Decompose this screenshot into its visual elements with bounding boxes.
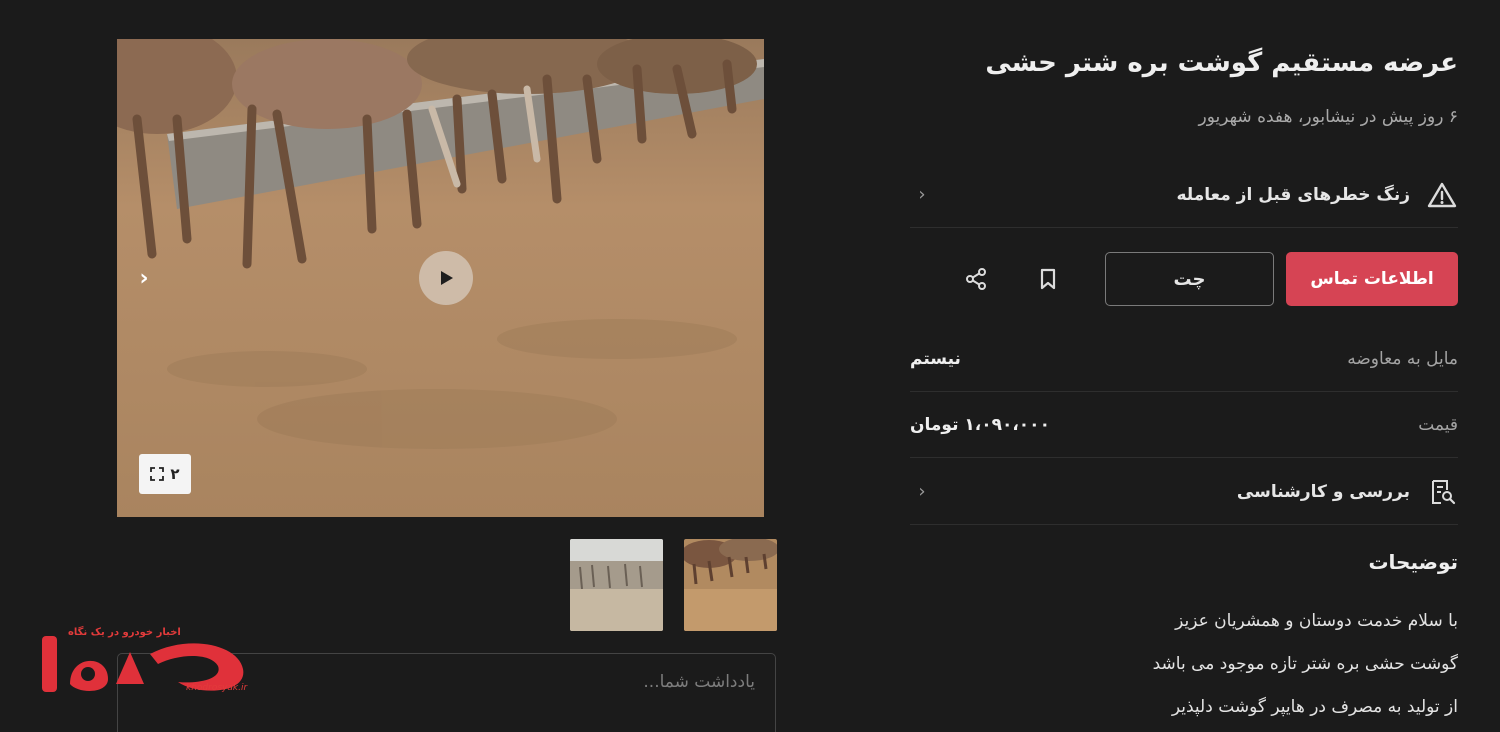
contact-info-button[interactable]: اطلاعات تماس: [1286, 252, 1458, 306]
risk-warning-label: زنگ خطرهای قبل از معامله: [1176, 184, 1410, 205]
attribute-key: مایل به معاوضه: [1347, 348, 1458, 369]
play-icon: [441, 271, 453, 285]
listing-meta: ۶ روز پیش در نیشابور، هفده شهریور: [1198, 107, 1458, 127]
expand-icon: [150, 467, 165, 481]
play-button[interactable]: [419, 251, 473, 305]
attribute-key: قیمت: [1418, 414, 1458, 435]
thumbnail-image: [684, 539, 777, 631]
action-bar: اطلاعات تماس چت: [910, 252, 1458, 306]
share-icon: [966, 268, 986, 290]
gallery-thumbnail[interactable]: [570, 539, 663, 631]
warning-triangle-icon: [1426, 179, 1458, 211]
description-title: توضیحات: [1368, 550, 1458, 574]
description-line: با سلام خدمت دوستان و همشریان عزیز: [1175, 611, 1458, 631]
next-image-button[interactable]: ›: [134, 266, 154, 291]
fullscreen-count-button[interactable]: ۲: [139, 454, 191, 494]
attribute-value: نیستم: [910, 348, 961, 369]
share-button[interactable]: [951, 254, 1001, 304]
price-value: ۱،۰۹۰،۰۰۰ تومان: [910, 414, 1050, 435]
description-line: از تولید به مصرف در هایپر گوشت دلپذیر: [1171, 697, 1458, 717]
attribute-row-exchange: مایل به معاوضه نیستم: [910, 326, 1458, 392]
attribute-row-price: قیمت ۱،۰۹۰،۰۰۰ تومان: [910, 392, 1458, 458]
review-label: بررسی و کارشناسی: [1236, 481, 1410, 502]
gallery-thumbnail[interactable]: [684, 539, 777, 631]
listing-page: عرضه مستقیم گوشت بره شتر حشی ۶ روز پیش د…: [0, 0, 1500, 732]
chevron-left-icon: ‹: [918, 184, 926, 205]
watermark-url: khodrosyak.ir: [186, 683, 248, 693]
bookmark-icon: [1040, 268, 1056, 290]
chat-button[interactable]: چت: [1105, 252, 1274, 306]
chevron-left-icon: ‹: [918, 481, 926, 502]
note-placeholder: یادداشت شما...: [643, 672, 755, 692]
document-search-icon: [1426, 476, 1458, 508]
image-count: ۲: [170, 465, 180, 483]
listing-title: عرضه مستقیم گوشت بره شتر حشی: [985, 48, 1458, 78]
review-row[interactable]: بررسی و کارشناسی ‹: [910, 459, 1458, 525]
bookmark-button[interactable]: [1023, 254, 1073, 304]
thumbnail-image: [570, 539, 663, 631]
description-line: گوشت حشی بره شتر تازه موجود می باشد: [1152, 654, 1458, 674]
risk-warning-row[interactable]: زنگ خطرهای قبل از معامله ‹: [910, 162, 1458, 228]
